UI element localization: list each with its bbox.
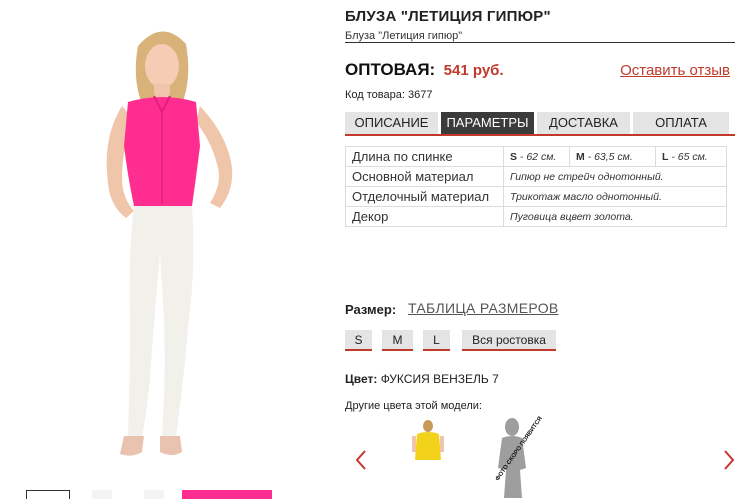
table-row: Длина по спинке S - 62 см. M - 63,5 см. … bbox=[345, 146, 727, 167]
param-size-l: L - 65 см. bbox=[655, 146, 727, 167]
product-subtitle: Блуза "Летиция гипюр" bbox=[345, 30, 463, 42]
size-value: - 65 см. bbox=[668, 150, 708, 163]
price-label: ОПТОВАЯ: bbox=[345, 60, 436, 79]
size-option-m[interactable]: M bbox=[382, 330, 413, 351]
thumbnail-2[interactable] bbox=[92, 490, 112, 499]
chevron-right-icon[interactable] bbox=[721, 449, 737, 471]
param-label: Декор bbox=[345, 206, 504, 227]
table-row: Декор Пуговица вцвет золота. bbox=[345, 206, 727, 227]
tab-payment[interactable]: ОПЛАТА bbox=[633, 112, 729, 134]
chevron-left-icon[interactable] bbox=[353, 449, 369, 471]
size-code: S bbox=[510, 150, 518, 163]
price-row: ОПТОВАЯ: 541 руб. Оставить отзыв bbox=[345, 60, 735, 82]
table-row: Основной материал Гипюр не стрейч одното… bbox=[345, 166, 727, 187]
color-row: Цвет: ФУКСИЯ ВЕНЗЕЛЬ 7 bbox=[345, 372, 499, 386]
color-swatch-yellow[interactable] bbox=[408, 420, 448, 466]
color-value: ФУКСИЯ ВЕНЗЕЛЬ 7 bbox=[380, 372, 499, 386]
size-code: M bbox=[576, 150, 585, 163]
product-photo[interactable] bbox=[50, 18, 280, 473]
param-label: Отделочный материал bbox=[345, 186, 504, 207]
param-size-s: S - 62 см. bbox=[503, 146, 570, 167]
parameters-table: Длина по спинке S - 62 см. M - 63,5 см. … bbox=[345, 146, 727, 227]
param-value: Гипюр не стрейч однотонный. bbox=[503, 166, 727, 187]
table-row: Отделочный материал Трикотаж масло однот… bbox=[345, 186, 727, 207]
param-size-m: M - 63,5 см. bbox=[569, 146, 656, 167]
size-chart-link[interactable]: ТАБЛИЦА РАЗМЕРОВ bbox=[408, 300, 559, 316]
size-option-l[interactable]: L bbox=[423, 330, 450, 351]
size-value: - 62 см. bbox=[517, 150, 557, 163]
price-value: 541 руб. bbox=[443, 62, 504, 79]
thumbnail-3[interactable] bbox=[144, 490, 164, 499]
size-option-s[interactable]: S bbox=[345, 330, 372, 351]
param-value: Трикотаж масло однотонный. bbox=[503, 186, 727, 207]
title-divider bbox=[345, 42, 735, 43]
size-value: - 63,5 см. bbox=[584, 150, 633, 163]
tab-description[interactable]: ОПИСАНИЕ bbox=[345, 112, 438, 134]
product-tabs: ОПИСАНИЕ ПАРАМЕТРЫ ДОСТАВКА ОПЛАТА bbox=[345, 112, 735, 136]
param-label: Длина по спинке bbox=[345, 146, 504, 167]
size-label: Размер: bbox=[345, 302, 397, 317]
silhouette-icon bbox=[498, 418, 526, 498]
size-option-all[interactable]: Вся ростовка bbox=[462, 330, 556, 351]
param-value: Пуговица вцвет золота. bbox=[503, 206, 727, 227]
color-swatch-photo-coming-soon[interactable]: ФОТО СКОРО ПОЯВИТСЯ bbox=[482, 416, 554, 498]
thumbnail-1[interactable] bbox=[26, 490, 70, 499]
thumbnail-strip bbox=[20, 490, 280, 499]
tab-delivery[interactable]: ДОСТАВКА bbox=[537, 112, 630, 134]
other-colors-label: Другие цвета этой модели: bbox=[345, 400, 482, 412]
product-sku: Код товара: 3677 bbox=[345, 89, 433, 101]
leave-review-link[interactable]: Оставить отзыв bbox=[620, 62, 730, 79]
thumbnail-4[interactable] bbox=[182, 490, 272, 499]
product-title: БЛУЗА "ЛЕТИЦИЯ ГИПЮР" bbox=[345, 8, 551, 25]
color-label: Цвет: bbox=[345, 372, 378, 386]
param-label: Основной материал bbox=[345, 166, 504, 187]
tab-parameters[interactable]: ПАРАМЕТРЫ bbox=[441, 112, 534, 134]
